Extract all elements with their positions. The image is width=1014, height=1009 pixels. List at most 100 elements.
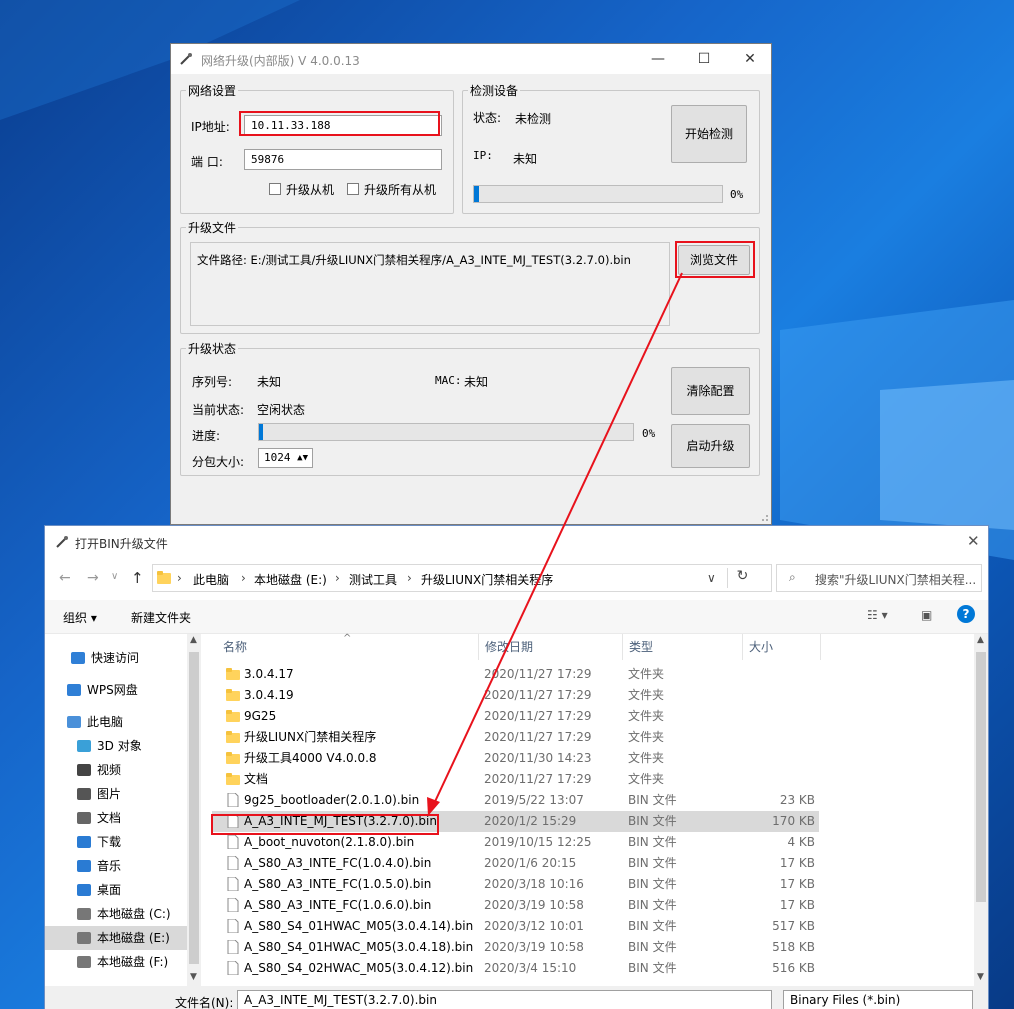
recent-dropdown-icon[interactable]: ∨ bbox=[111, 571, 118, 582]
chevron-right-icon: › bbox=[177, 571, 182, 585]
maximize-button[interactable]: ☐ bbox=[681, 44, 727, 74]
file-type: 文件夹 bbox=[628, 709, 665, 723]
nav-item[interactable]: 图片 bbox=[45, 782, 187, 806]
dialog-close-icon[interactable]: ✕ bbox=[967, 532, 980, 550]
up-arrow-icon[interactable]: ↑ bbox=[131, 569, 144, 587]
file-size: 17 KB bbox=[779, 877, 815, 891]
start-upgrade-button[interactable]: 启动升级 bbox=[671, 424, 750, 468]
file-list-scrollbar[interactable]: ▲ ▼ bbox=[974, 634, 988, 986]
nav-item-label: 此电脑 bbox=[87, 715, 124, 729]
nav-item[interactable]: 本地磁盘 (C:) bbox=[45, 902, 187, 926]
clear-config-button[interactable]: 清除配置 bbox=[671, 367, 750, 415]
window-title: 网络升级(内部版) V 4.0.0.13 bbox=[201, 54, 360, 68]
nav-item[interactable]: 快速访问 bbox=[45, 646, 187, 670]
search-input[interactable]: ⌕ 搜索"升级LIUNX门禁相关程... bbox=[776, 564, 982, 592]
scroll-down-icon[interactable]: ▼ bbox=[190, 972, 197, 982]
minimize-button[interactable]: — bbox=[635, 44, 681, 74]
nav-item[interactable]: 此电脑 bbox=[45, 710, 187, 734]
nav-item[interactable]: 3D 对象 bbox=[45, 734, 187, 758]
file-name: 9g25_bootloader(2.0.1.0).bin bbox=[244, 793, 420, 807]
nav-item[interactable]: WPS网盘 bbox=[45, 678, 187, 702]
scroll-up-icon[interactable]: ▲ bbox=[977, 635, 984, 645]
scroll-up-icon[interactable]: ▲ bbox=[190, 635, 197, 645]
file-path-panel: 文件路径: E:/测试工具/升级LIUNX门禁相关程序/A_A3_INTE_MJ… bbox=[190, 242, 670, 326]
scroll-thumb[interactable] bbox=[976, 652, 986, 902]
nav-item[interactable]: 视频 bbox=[45, 758, 187, 782]
column-header-size[interactable]: 大小 bbox=[743, 634, 821, 660]
upgrade-all-slaves-checkbox[interactable] bbox=[347, 183, 359, 195]
file-type: 文件夹 bbox=[628, 751, 665, 765]
nav-item[interactable]: 本地磁盘 (F:) bbox=[45, 950, 187, 974]
file-row[interactable]: 9G25 2020/11/27 17:29 文件夹 bbox=[212, 706, 819, 727]
back-arrow-icon[interactable]: ← bbox=[59, 570, 71, 586]
file-row[interactable]: 升级LIUNX门禁相关程序 2020/11/27 17:29 文件夹 bbox=[212, 727, 819, 748]
view-options-icon[interactable]: ☷ ▾ bbox=[867, 608, 888, 622]
column-header-type[interactable]: 类型 bbox=[623, 634, 743, 660]
organize-menu[interactable]: 组织 ▾ bbox=[63, 609, 97, 626]
nav-item[interactable]: 本地磁盘 (E:) bbox=[45, 926, 187, 950]
file-row[interactable]: 升级工具4000 V4.0.0.8 2020/11/30 14:23 文件夹 bbox=[212, 748, 819, 769]
close-button[interactable]: ✕ bbox=[727, 44, 773, 74]
packet-size-spinbox[interactable]: 1024 ▲▼ bbox=[258, 448, 313, 468]
nav-item[interactable]: 文档 bbox=[45, 806, 187, 830]
nav-item-label: 本地磁盘 (C:) bbox=[97, 907, 171, 921]
navigation-pane: 快速访问 WPS网盘此电脑 3D 对象 视频 图片 文档 下载音乐桌面本地磁盘 (C:) 本地… bbox=[45, 634, 187, 986]
scroll-thumb[interactable] bbox=[189, 652, 199, 964]
start-detect-button[interactable]: 开始检测 bbox=[671, 105, 747, 163]
resize-grip-icon[interactable] bbox=[759, 512, 769, 522]
nav-item-label: 音乐 bbox=[97, 859, 122, 873]
filename-label: 文件名(N): bbox=[175, 996, 234, 1009]
nav-scrollbar[interactable]: ▲ ▼ bbox=[187, 634, 201, 986]
video-icon bbox=[77, 764, 91, 776]
forward-arrow-icon[interactable]: → bbox=[87, 570, 99, 586]
file-row[interactable]: A_S80_S4_01HWAC_M05(3.0.4.14).bin 2020/3/… bbox=[212, 916, 819, 937]
file-name: 升级LIUNX门禁相关程序 bbox=[244, 730, 377, 744]
sort-ascending-icon: ^ bbox=[343, 633, 352, 644]
file-row[interactable]: A_S80_A3_INTE_FC(1.0.5.0).bin 2020/3/18 1… bbox=[212, 874, 819, 895]
detect-status-label: 状态: bbox=[473, 111, 502, 125]
nav-item[interactable]: 下载 bbox=[45, 830, 187, 854]
file-row[interactable]: 3.0.4.17 2020/11/27 17:29 文件夹 bbox=[212, 664, 819, 685]
upgrade-slave-checkbox[interactable] bbox=[269, 183, 281, 195]
filename-input[interactable]: A_A3_INTE_MJ_TEST(3.2.7.0).bin bbox=[237, 990, 772, 1009]
file-name: 3.0.4.17 bbox=[244, 667, 294, 681]
help-icon[interactable]: ? bbox=[957, 605, 975, 623]
picture-icon bbox=[77, 788, 91, 800]
file-type: 文件夹 bbox=[628, 688, 665, 702]
nav-item[interactable]: 桌面 bbox=[45, 878, 187, 902]
scroll-down-icon[interactable]: ▼ bbox=[977, 972, 984, 982]
file-row[interactable]: A_boot_nuvoton(2.1.8.0).bin 2019/10/15 12… bbox=[212, 832, 819, 853]
filetype-select[interactable]: Binary Files (*.bin) bbox=[783, 990, 973, 1009]
breadcrumb-item[interactable]: 此电脑 bbox=[193, 571, 229, 588]
packet-size-value: 1024 bbox=[264, 451, 291, 464]
refresh-icon[interactable]: ↻ bbox=[727, 568, 757, 588]
new-folder-button[interactable]: 新建文件夹 bbox=[131, 609, 191, 626]
breadcrumb-item[interactable]: 测试工具 bbox=[349, 571, 397, 588]
upgrade-all-slaves-label: 升级所有从机 bbox=[364, 183, 437, 197]
file-row[interactable]: A_S80_A3_INTE_FC(1.0.6.0).bin 2020/3/19 1… bbox=[212, 895, 819, 916]
file-row[interactable]: A_S80_S4_01HWAC_M05(3.0.4.18).bin 2020/3/… bbox=[212, 937, 819, 958]
file-name: A_S80_S4_01HWAC_M05(3.0.4.14).bin bbox=[244, 919, 474, 933]
chevron-right-icon: › bbox=[241, 571, 246, 585]
breadcrumb-item[interactable]: 升级LIUNX门禁相关程序 bbox=[421, 571, 553, 588]
file-date: 2020/3/4 15:10 bbox=[484, 961, 577, 975]
column-header-name[interactable]: 名称 ^ bbox=[217, 633, 479, 660]
file-row[interactable]: A_S80_A3_INTE_FC(1.0.4.0).bin 2020/1/6 20… bbox=[212, 853, 819, 874]
detect-device-group: 检测设备 状态: 未检测 IP: 未知 开始检测 0% bbox=[462, 82, 760, 214]
dialog-bottom-bar: 文件名(N): A_A3_INTE_MJ_TEST(3.2.7.0).bin B… bbox=[45, 986, 988, 1009]
chevron-down-icon[interactable]: ∨ bbox=[707, 571, 716, 585]
nav-item[interactable]: 音乐 bbox=[45, 854, 187, 878]
computer-icon bbox=[67, 716, 81, 728]
spin-arrows-icon[interactable]: ▲▼ bbox=[297, 449, 308, 467]
port-input[interactable]: 59876 bbox=[244, 149, 442, 170]
nav-item-label: 本地磁盘 (F:) bbox=[97, 955, 169, 969]
file-row[interactable]: 3.0.4.19 2020/11/27 17:29 文件夹 bbox=[212, 685, 819, 706]
file-row[interactable]: A_S80_S4_02HWAC_M05(3.0.4.12).bin 2020/3/… bbox=[212, 958, 819, 979]
address-bar[interactable]: › 此电脑 › 本地磁盘 (E:) › 测试工具 › 升级LIUNX门禁相关程序… bbox=[152, 564, 772, 592]
preview-pane-icon[interactable]: ▣ bbox=[921, 608, 932, 622]
file-row[interactable]: 9g25_bootloader(2.0.1.0).bin 2019/5/22 13… bbox=[212, 790, 819, 811]
breadcrumb-item[interactable]: 本地磁盘 (E:) bbox=[254, 571, 327, 588]
column-header-date[interactable]: 修改日期 bbox=[479, 634, 623, 660]
file-row[interactable]: 文档 2020/11/27 17:29 文件夹 bbox=[212, 769, 819, 790]
file-date: 2020/3/12 10:01 bbox=[484, 919, 584, 933]
